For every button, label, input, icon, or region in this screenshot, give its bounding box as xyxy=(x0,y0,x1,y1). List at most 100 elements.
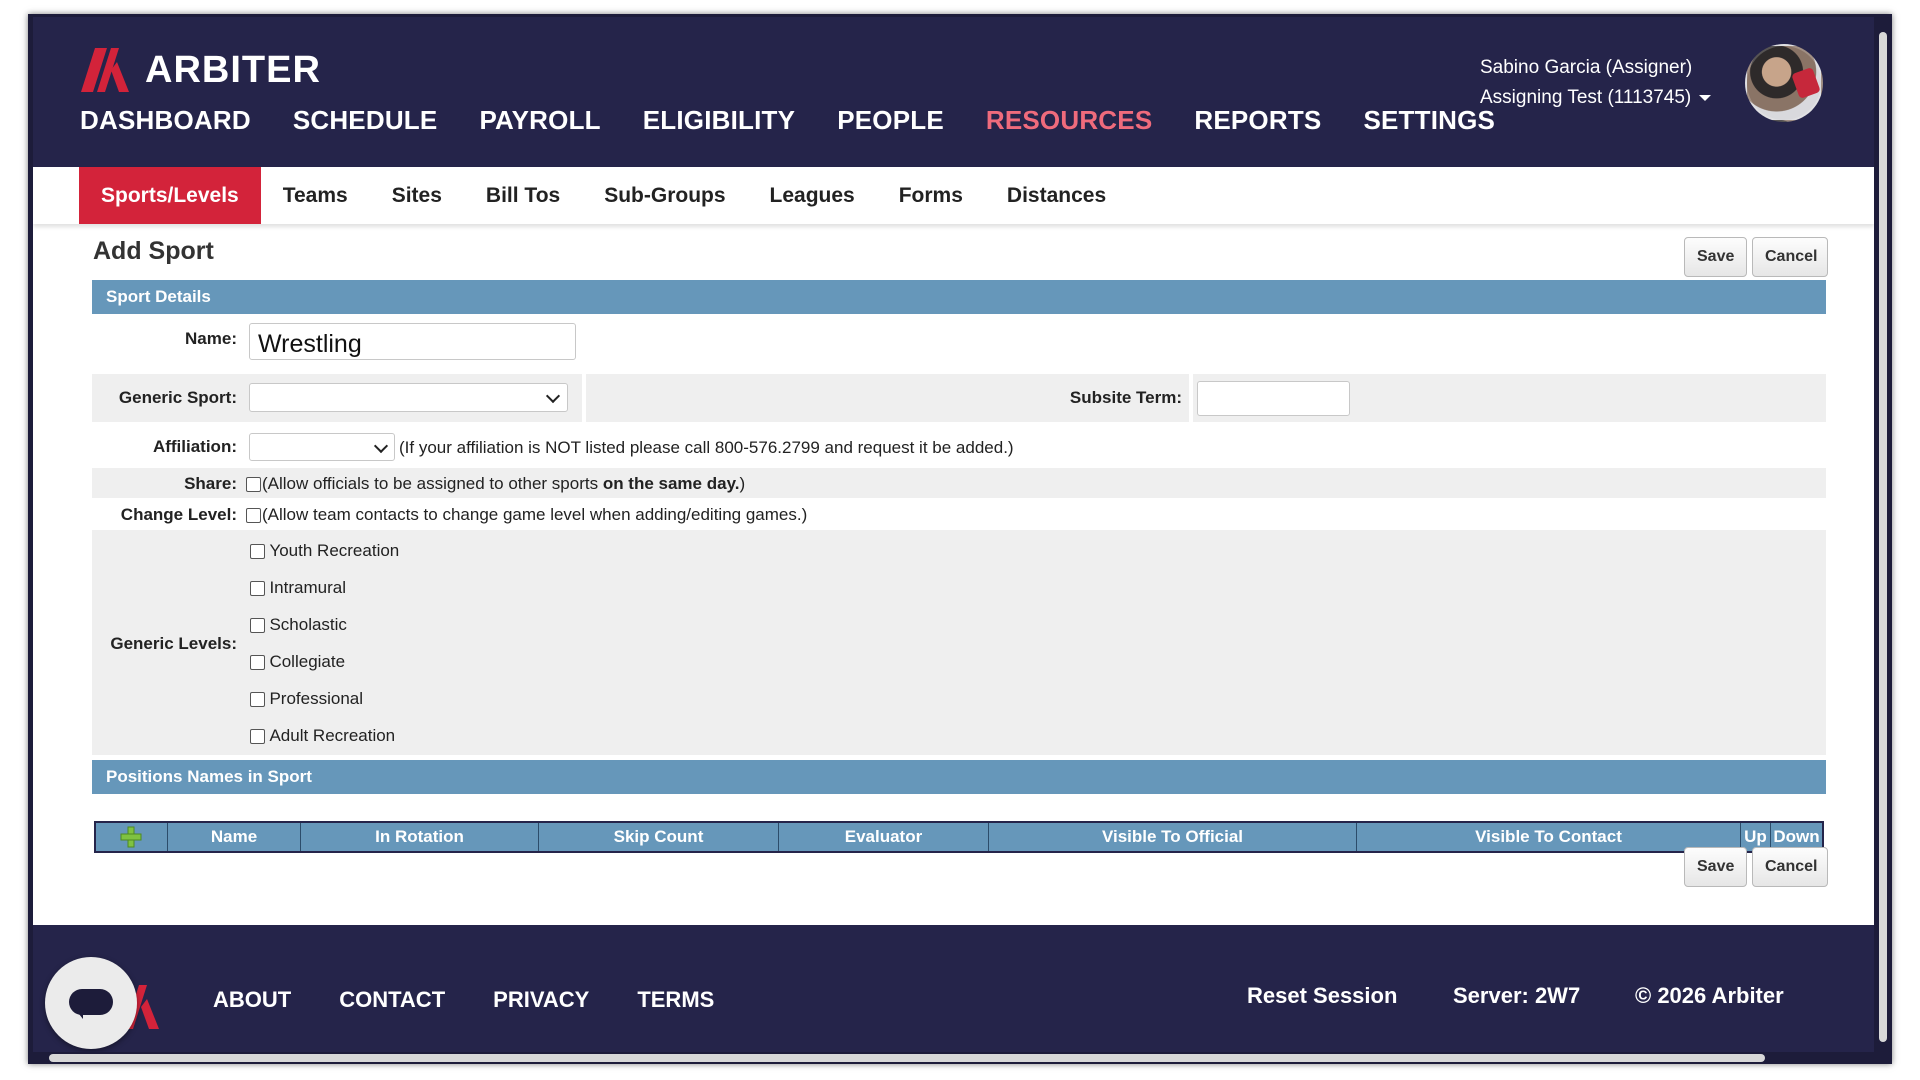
footer: ABOUT CONTACT PRIVACY TERMS Reset Sessio… xyxy=(33,925,1874,1052)
level-checkbox-collegiate[interactable] xyxy=(250,655,265,671)
arbiter-logo[interactable]: ARBITER xyxy=(81,46,321,94)
share-checkbox[interactable] xyxy=(246,477,261,492)
reset-session-link[interactable]: Reset Session xyxy=(1247,983,1397,1009)
level-checkbox-adult-recreation[interactable] xyxy=(250,729,265,745)
share-label: Share: xyxy=(184,474,237,493)
name-input[interactable]: Wrestling xyxy=(249,323,576,360)
column-header-in-rotation[interactable]: In Rotation xyxy=(301,823,539,851)
nav-reports[interactable]: REPORTS xyxy=(1194,105,1321,136)
affiliation-note: (If your affiliation is NOT listed pleas… xyxy=(399,438,1014,457)
level-checkbox-intramural[interactable] xyxy=(250,581,265,597)
avatar[interactable] xyxy=(1745,44,1823,122)
subsite-term-input[interactable] xyxy=(1197,381,1350,416)
column-header-evaluator[interactable]: Evaluator xyxy=(779,823,989,851)
user-account: Assigning Test (1113745) xyxy=(1480,87,1692,108)
save-button-top[interactable]: Save xyxy=(1684,237,1747,277)
chat-bubble-tail xyxy=(75,1009,83,1019)
share-note-end: ) xyxy=(739,474,746,493)
add-position-cell[interactable] xyxy=(96,823,168,851)
level-checkbox-scholastic[interactable] xyxy=(250,618,265,634)
share-note-text: (Allow officials to be assigned to other… xyxy=(262,474,603,493)
avatar-detail xyxy=(1791,67,1821,99)
nav-dashboard[interactable]: DASHBOARD xyxy=(80,105,251,136)
logo-text: ARBITER xyxy=(145,48,321,91)
level-label: Adult Recreation xyxy=(269,726,396,745)
level-checkbox-youth-recreation[interactable] xyxy=(250,544,265,560)
change-level-note: (Allow team contacts to change game leve… xyxy=(262,505,808,524)
sport-details-header: Sport Details xyxy=(92,280,1826,314)
affiliation-select[interactable] xyxy=(249,433,395,461)
save-button-bottom[interactable]: Save xyxy=(1684,847,1747,887)
user-menu[interactable]: Sabino Garcia (Assigner) Assigning Test … xyxy=(1480,53,1712,113)
column-header-skip-count[interactable]: Skip Count xyxy=(539,823,779,851)
copyright: © 2026 Arbiter xyxy=(1635,983,1784,1008)
affiliation-row: Affiliation: (If your affiliation is NOT… xyxy=(92,427,1826,467)
generic-levels-row: Generic Levels: Youth Recreation Intramu… xyxy=(92,530,1826,755)
change-level-row: Change Level: (Allow team contacts to ch… xyxy=(92,499,1826,529)
chevron-down-icon xyxy=(545,388,561,404)
name-value: Wrestling xyxy=(258,330,362,358)
share-row: Share: (Allow officials to be assigned t… xyxy=(92,468,1826,498)
generic-level-item[interactable]: Professional xyxy=(250,689,363,709)
tab-sports-levels[interactable]: Sports/Levels xyxy=(79,167,261,224)
generic-level-item[interactable]: Adult Recreation xyxy=(250,726,395,746)
change-level-checkbox[interactable] xyxy=(246,508,261,523)
positions-table-header: Name In Rotation Skip Count Evaluator Vi… xyxy=(94,821,1824,853)
column-header-name[interactable]: Name xyxy=(168,823,301,851)
nav-settings[interactable]: SETTINGS xyxy=(1363,105,1495,136)
tab-sites[interactable]: Sites xyxy=(370,167,464,224)
add-plus-icon[interactable] xyxy=(120,826,142,848)
tab-forms[interactable]: Forms xyxy=(877,167,985,224)
positions-header: Positions Names in Sport xyxy=(92,760,1826,794)
nav-people[interactable]: PEOPLE xyxy=(837,105,944,136)
affiliation-label: Affiliation: xyxy=(152,437,237,456)
vertical-scroll-thumb[interactable] xyxy=(1879,32,1887,1042)
page-viewport: ARBITER DASHBOARD SCHEDULE PAYROLL ELIGI… xyxy=(33,17,1874,1052)
change-level-label: Change Level: xyxy=(120,505,237,524)
name-row: Name: Wrestling xyxy=(92,314,1826,364)
generic-level-item[interactable]: Collegiate xyxy=(250,652,345,672)
chat-button[interactable] xyxy=(45,957,137,1049)
level-label: Scholastic xyxy=(269,615,347,634)
cancel-button-top[interactable]: Cancel xyxy=(1752,237,1828,277)
generic-level-item[interactable]: Youth Recreation xyxy=(250,541,399,561)
horizontal-scrollbar[interactable] xyxy=(33,1052,1874,1064)
tab-bill-tos[interactable]: Bill Tos xyxy=(464,167,582,224)
caret-down-icon xyxy=(1699,94,1712,101)
level-checkbox-professional[interactable] xyxy=(250,692,265,708)
generic-sport-row: Generic Sport: Subsite Term: xyxy=(92,374,1826,422)
generic-level-item[interactable]: Scholastic xyxy=(250,615,347,635)
arbiter-logo-icon xyxy=(81,48,129,92)
share-note: (Allow officials to be assigned to other… xyxy=(262,474,745,494)
vertical-scrollbar[interactable] xyxy=(1874,17,1892,1052)
tab-teams[interactable]: Teams xyxy=(261,167,370,224)
generic-levels-label: Generic Levels: xyxy=(110,634,237,653)
tab-leagues[interactable]: Leagues xyxy=(748,167,877,224)
footer-link-terms[interactable]: TERMS xyxy=(637,987,714,1013)
cell-divider xyxy=(1189,374,1193,422)
name-label: Name: xyxy=(185,329,237,348)
footer-link-privacy[interactable]: PRIVACY xyxy=(493,987,589,1013)
level-label: Youth Recreation xyxy=(269,541,400,560)
nav-schedule[interactable]: SCHEDULE xyxy=(293,105,438,136)
cell-divider xyxy=(582,374,586,422)
footer-link-contact[interactable]: CONTACT xyxy=(339,987,445,1013)
nav-resources[interactable]: RESOURCES xyxy=(986,105,1153,136)
generic-sport-select[interactable] xyxy=(249,383,568,412)
nav-payroll[interactable]: PAYROLL xyxy=(479,105,600,136)
cancel-button-bottom[interactable]: Cancel xyxy=(1752,847,1828,887)
horizontal-scroll-thumb[interactable] xyxy=(49,1054,1765,1062)
page-title: Add Sport xyxy=(93,237,214,265)
level-label: Intramural xyxy=(269,578,346,597)
user-account-row: Assigning Test (1113745) xyxy=(1480,83,1712,113)
tab-distances[interactable]: Distances xyxy=(985,167,1128,224)
footer-links: ABOUT CONTACT PRIVACY TERMS xyxy=(213,987,714,1013)
footer-link-about[interactable]: ABOUT xyxy=(213,987,291,1013)
nav-eligibility[interactable]: ELIGIBILITY xyxy=(643,105,795,136)
column-header-visible-to-contact[interactable]: Visible To Contact xyxy=(1357,823,1741,851)
tab-sub-groups[interactable]: Sub-Groups xyxy=(582,167,747,224)
level-label: Collegiate xyxy=(269,652,346,671)
column-header-visible-to-official[interactable]: Visible To Official xyxy=(989,823,1357,851)
generic-level-item[interactable]: Intramural xyxy=(250,578,346,598)
subsite-term-label: Subsite Term: xyxy=(1069,388,1182,407)
